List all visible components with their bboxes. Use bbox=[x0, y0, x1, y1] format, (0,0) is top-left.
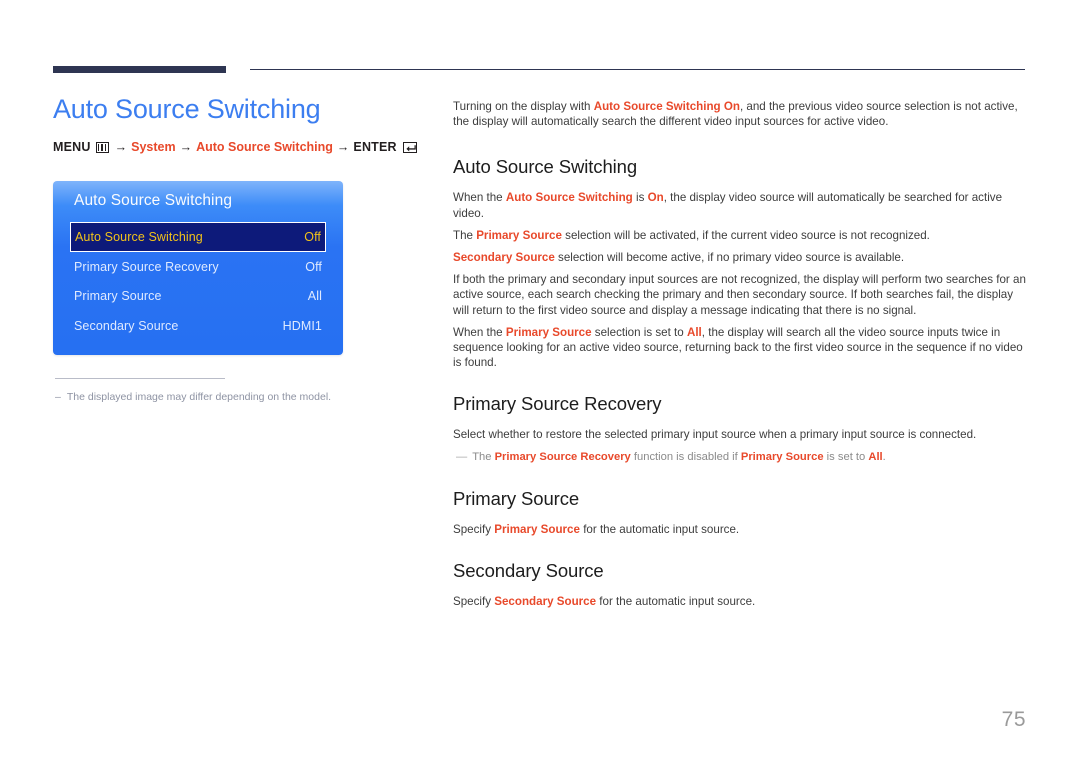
section-paragraph: If both the primary and secondary input … bbox=[453, 272, 1026, 318]
section-heading: Primary Source Recovery bbox=[453, 393, 662, 415]
body-text: Select whether to restore the selected p… bbox=[453, 428, 977, 442]
osd-row-value: All bbox=[307, 289, 322, 304]
breadcrumb-arrow-1: → bbox=[114, 140, 128, 154]
osd-row-value: HDMI1 bbox=[282, 318, 322, 333]
breadcrumb-feature: Auto Source Switching bbox=[196, 140, 333, 154]
body-text: function is disabled if bbox=[630, 450, 741, 463]
body-text: is bbox=[632, 191, 648, 205]
highlight-term: Secondary Source bbox=[494, 594, 597, 608]
section-paragraph: The Primary Source selection will be act… bbox=[453, 228, 1026, 243]
section-paragraph: Specify Secondary Source for the automat… bbox=[453, 594, 1026, 609]
content-sections: Auto Source Switching When the Auto Sourc… bbox=[453, 155, 1026, 609]
breadcrumb-arrow-3: → bbox=[336, 140, 350, 154]
osd-row-label: Auto Source Switching bbox=[75, 230, 203, 244]
header-rule-thick bbox=[53, 66, 226, 73]
osd-row-auto-source-switching[interactable]: Auto Source Switching Off bbox=[70, 222, 326, 252]
note-text: The Primary Source Recovery function is … bbox=[472, 450, 886, 465]
highlight-term: All bbox=[686, 325, 702, 339]
section-heading: Secondary Source bbox=[453, 559, 604, 581]
breadcrumb-menu-label: MENU bbox=[53, 140, 91, 154]
body-text: When the bbox=[453, 325, 506, 339]
note-dash: — bbox=[456, 450, 468, 463]
body-text: selection is set to bbox=[591, 325, 687, 339]
left-footnote: – The displayed image may differ dependi… bbox=[55, 390, 395, 404]
osd-row-primary-source[interactable]: Primary Source All bbox=[53, 282, 343, 312]
section-heading: Primary Source bbox=[453, 487, 580, 509]
section-paragraph: When the Auto Source Switching is On, th… bbox=[453, 190, 1026, 220]
highlight-term: All bbox=[868, 450, 883, 463]
osd-row-primary-source-recovery[interactable]: Primary Source Recovery Off bbox=[53, 252, 343, 282]
breadcrumb-enter-label: ENTER bbox=[353, 140, 397, 154]
osd-row-secondary-source[interactable]: Secondary Source HDMI1 bbox=[53, 311, 343, 341]
body-text: . bbox=[882, 450, 886, 463]
osd-menu-list: Auto Source Switching Off Primary Source… bbox=[53, 222, 343, 341]
breadcrumb: MENU → System → Auto Source Switching → … bbox=[53, 139, 423, 155]
left-footnote-dash: – bbox=[55, 391, 61, 403]
body-text: When the bbox=[453, 191, 506, 205]
osd-row-label: Primary Source bbox=[74, 289, 162, 304]
page-number: 75 bbox=[1001, 708, 1026, 731]
body-text: The bbox=[453, 228, 477, 242]
body-text: selection will be activated, if the curr… bbox=[561, 228, 930, 242]
right-column: Turning on the display with Auto Source … bbox=[453, 99, 1026, 616]
breadcrumb-system: System bbox=[131, 140, 176, 154]
page-title: Auto Source Switching bbox=[53, 94, 321, 124]
highlight-term: Primary Source bbox=[740, 450, 824, 463]
section-paragraph: When the Primary Source selection is set… bbox=[453, 325, 1026, 371]
body-text: for the automatic input source. bbox=[579, 522, 740, 536]
menu-grid-icon bbox=[95, 141, 109, 153]
left-footnote-block: – The displayed image may differ dependi… bbox=[55, 378, 395, 404]
section-paragraph: Select whether to restore the selected p… bbox=[453, 427, 1026, 442]
highlight-term: Secondary Source bbox=[453, 251, 555, 265]
left-footnote-divider bbox=[55, 378, 225, 379]
body-text: selection will become active, if no prim… bbox=[554, 251, 905, 265]
body-text: Specify bbox=[453, 594, 495, 608]
highlight-term: Primary Source Recovery bbox=[494, 450, 631, 463]
breadcrumb-arrow-2: → bbox=[179, 140, 193, 154]
osd-row-value: Off bbox=[305, 259, 322, 274]
highlight-term: Primary Source bbox=[494, 522, 580, 536]
header-rules bbox=[53, 66, 1025, 76]
left-footnote-text: The displayed image may differ depending… bbox=[66, 391, 332, 403]
osd-row-value: Off bbox=[304, 230, 321, 244]
enter-return-icon bbox=[402, 141, 417, 153]
osd-row-label: Primary Source Recovery bbox=[74, 259, 219, 274]
body-text: If both the primary and secondary input … bbox=[453, 273, 1026, 317]
left-column: Auto Source Switching MENU → System → Au… bbox=[53, 92, 423, 155]
highlight-term: Primary Source bbox=[505, 325, 592, 339]
body-text: The bbox=[472, 450, 495, 463]
body-text: for the automatic input source. bbox=[596, 594, 756, 608]
section-heading: Auto Source Switching bbox=[453, 156, 638, 178]
highlight-term: Primary Source bbox=[476, 228, 562, 242]
intro-highlight: Auto Source Switching On bbox=[593, 100, 740, 113]
osd-panel-title: Auto Source Switching bbox=[74, 192, 233, 209]
highlight-term: On bbox=[647, 191, 664, 205]
header-rule-thin bbox=[250, 69, 1025, 70]
osd-row-label: Secondary Source bbox=[74, 318, 179, 333]
section-paragraph: Secondary Source selection will become a… bbox=[453, 250, 1026, 265]
body-text: Specify bbox=[453, 522, 495, 536]
intro-text-a: Turning on the display with bbox=[453, 100, 594, 113]
body-text: is set to bbox=[823, 450, 869, 463]
intro-paragraph: Turning on the display with Auto Source … bbox=[453, 99, 1026, 129]
section-paragraph: Specify Primary Source for the automatic… bbox=[453, 522, 1026, 537]
osd-menu-panel: Auto Source Switching Auto Source Switch… bbox=[53, 181, 343, 355]
section-note: — The Primary Source Recovery function is… bbox=[453, 450, 1026, 465]
highlight-term: Auto Source Switching bbox=[505, 191, 633, 205]
